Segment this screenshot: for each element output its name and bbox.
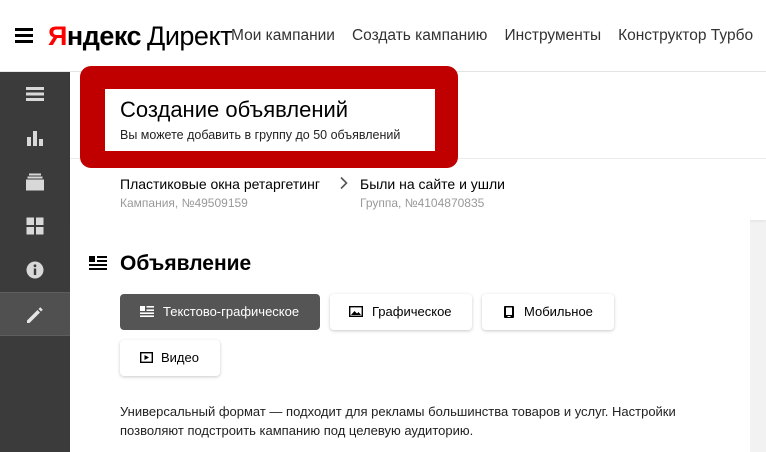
text-image-icon bbox=[89, 256, 107, 270]
format-image-button[interactable]: Графическое bbox=[330, 294, 472, 330]
top-nav: Мои кампании Создать кампанию Инструменты К… bbox=[231, 27, 766, 45]
format-mobile-button[interactable]: Мобильное bbox=[482, 294, 614, 330]
sidebar-item-info[interactable] bbox=[0, 248, 70, 292]
grid-icon bbox=[26, 217, 44, 235]
menu-icon[interactable] bbox=[15, 28, 33, 43]
format-mobile-label: Мобильное bbox=[524, 304, 593, 319]
page-subtitle: Вы можете добавить в группу до 50 объявл… bbox=[120, 128, 401, 142]
format-image-label: Графическое bbox=[372, 304, 452, 319]
format-video-label: Видео bbox=[161, 350, 199, 365]
page: Создание объявлений Вы можете добавить в… bbox=[70, 66, 766, 452]
top-header: Яндекс Директ Мои кампании Создать кампани… bbox=[0, 0, 766, 72]
breadcrumb-group[interactable]: Были на сайте и ушли Группа, №4104870835 bbox=[360, 176, 505, 210]
format-text-image-button[interactable]: Текстово-графическое bbox=[120, 294, 320, 330]
logo-letter-y: Я bbox=[48, 21, 67, 51]
image-icon bbox=[349, 306, 363, 317]
nav-turbo-builder[interactable]: Конструктор Турбо bbox=[618, 27, 753, 45]
logo-product: Директ bbox=[147, 21, 232, 51]
nav-tools[interactable]: Инструменты bbox=[504, 27, 601, 45]
ad-section: Объявление Текстово-графическое Графичес… bbox=[70, 220, 750, 452]
stack-icon bbox=[26, 173, 44, 191]
breadcrumb-group-meta: Группа, №4104870835 bbox=[360, 196, 485, 210]
logo[interactable]: Яндекс Директ bbox=[48, 20, 232, 52]
mobile-icon bbox=[504, 306, 514, 318]
page-header-card: Создание объявлений Вы можете добавить в… bbox=[70, 66, 766, 220]
sidebar-item-archive[interactable] bbox=[0, 160, 70, 204]
sidebar bbox=[0, 72, 70, 452]
video-icon bbox=[140, 352, 153, 363]
title-box: Создание объявлений Вы можете добавить в… bbox=[105, 89, 435, 151]
logo-brand: ндекс bbox=[66, 21, 142, 51]
sidebar-item-dashboard[interactable] bbox=[0, 204, 70, 248]
sidebar-item-edit[interactable] bbox=[0, 292, 70, 336]
format-description: Универсальный формат — подходит для рекл… bbox=[120, 404, 676, 438]
format-text-image-label: Текстово-графическое bbox=[163, 304, 300, 319]
text-image-icon bbox=[140, 306, 154, 317]
breadcrumb-campaign-name: Пластиковые окна ретаргетинг bbox=[120, 176, 320, 192]
nav-my-campaigns[interactable]: Мои кампании bbox=[231, 27, 335, 45]
list-icon bbox=[26, 87, 44, 101]
breadcrumb-campaign[interactable]: Пластиковые окна ретаргетинг Кампания, №… bbox=[120, 176, 320, 210]
info-icon bbox=[26, 261, 44, 279]
pencil-icon bbox=[27, 307, 43, 323]
nav-create-campaign[interactable]: Создать кампанию bbox=[352, 27, 487, 45]
breadcrumb-campaign-meta: Кампания, №49509159 bbox=[120, 196, 248, 210]
page-title: Создание объявлений bbox=[120, 97, 349, 122]
chevron-right-icon bbox=[340, 176, 348, 190]
format-video-button[interactable]: Видео bbox=[120, 340, 220, 376]
sidebar-item-campaigns[interactable] bbox=[0, 72, 70, 116]
sidebar-item-stats[interactable] bbox=[0, 116, 70, 160]
bar-chart-icon bbox=[27, 131, 43, 146]
breadcrumb-group-name: Были на сайте и ушли bbox=[360, 176, 506, 192]
section-title: Объявление bbox=[120, 252, 252, 275]
